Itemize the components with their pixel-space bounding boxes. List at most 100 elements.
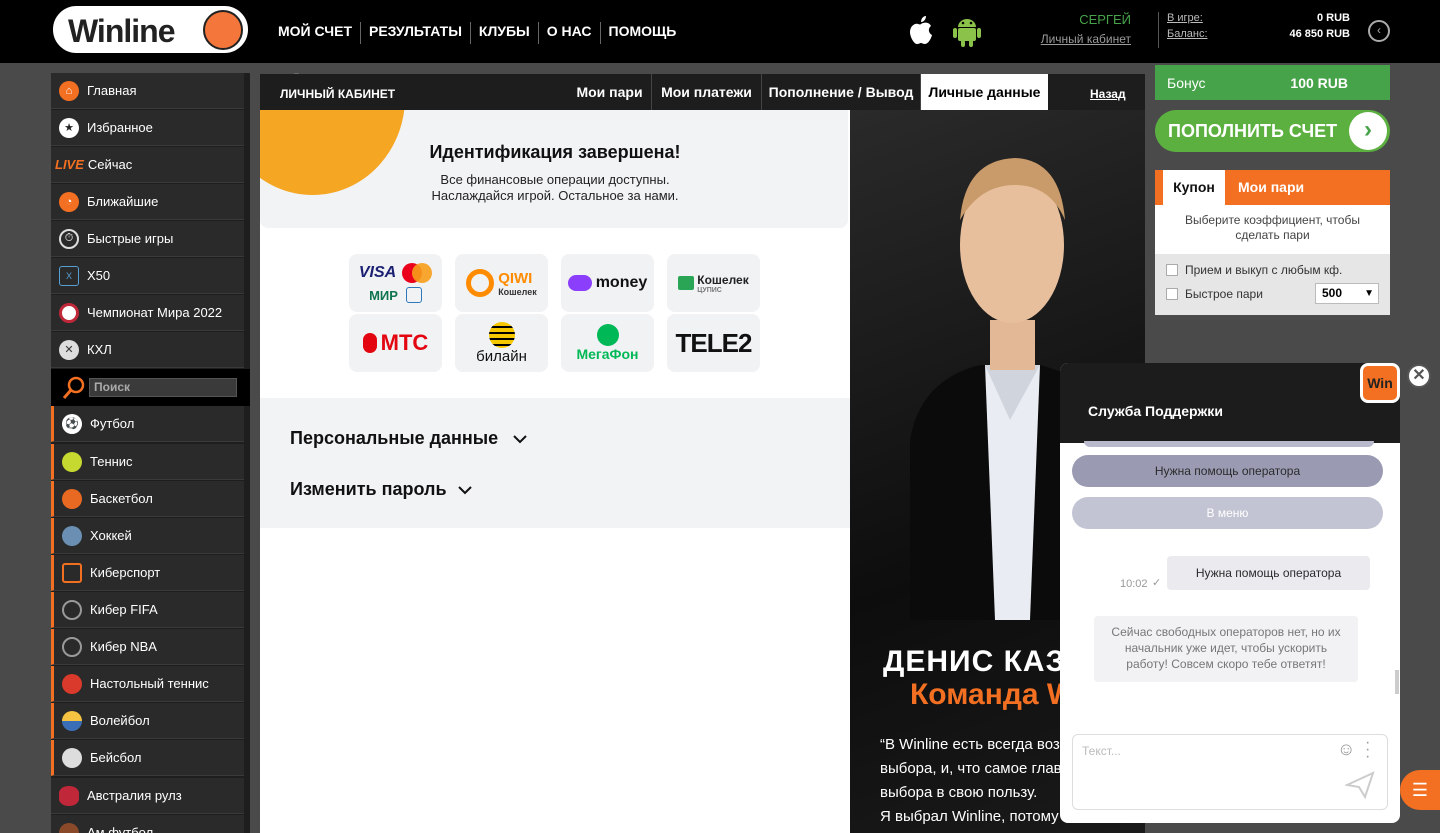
hockey-icon (62, 525, 82, 546)
deposit-label: ПОПОЛНИТЬ СЧЕТ (1168, 121, 1338, 141)
sidebar-sport-cyber-nba[interactable]: Кибер NBA (51, 629, 244, 665)
basketball-icon (62, 488, 82, 509)
beeline-icon (488, 321, 515, 348)
sidebar-sport-cyber-fifa[interactable]: Кибер FIFA (51, 592, 244, 628)
emoji-icon[interactable]: ☺ (1337, 739, 1355, 760)
sidebar-item-label: Баскетбол (90, 491, 153, 506)
sidebar-sport-football[interactable]: ⚽ Футбол (51, 406, 244, 442)
bonus-bar: Бонус 100 RUB (1155, 65, 1390, 100)
balance-label[interactable]: Баланс: (1167, 28, 1208, 40)
apple-icon[interactable] (906, 14, 936, 48)
aussie-rules-icon (59, 785, 79, 806)
chat-input-box[interactable]: Текст... ☺ · · · (1072, 734, 1388, 810)
american-football-icon (59, 822, 79, 833)
sidebar-search: Поиск (51, 369, 250, 406)
sidebar-item-label: Сейчас (87, 157, 133, 172)
logout-icon[interactable]: ‹ (1368, 20, 1390, 42)
nav-my-account[interactable]: МОЙ СЧЕТ (278, 22, 360, 44)
identification-banner (260, 110, 848, 228)
change-password-toggle[interactable]: Изменить пароль (290, 479, 472, 500)
coupon-tab[interactable]: Купон (1163, 170, 1225, 205)
more-options-icon[interactable]: · · · (1365, 735, 1370, 765)
megafon-icon (596, 324, 619, 346)
balance-value: 46 850 RUB (1289, 28, 1350, 40)
promo-quote-line: выбора, и, что самое главно (880, 760, 1079, 777)
mir-logo: МИР (369, 287, 398, 303)
clock-icon: ◔ (59, 191, 79, 212)
operator-help-button[interactable]: Нужна помощь оператора (1072, 455, 1383, 487)
sidebar-item-live[interactable]: LIVE Сейчас (51, 147, 244, 183)
tab-deposit-withdraw[interactable]: Пополнение / Вывод (761, 74, 920, 110)
nav-about[interactable]: О НАС (537, 22, 600, 44)
close-chat-icon[interactable]: ✕ (1407, 364, 1431, 388)
tab-personal-data[interactable]: Личные данные (920, 74, 1048, 110)
sidebar-sport-volleyball[interactable]: Волейбол (51, 703, 244, 739)
promo-quote-line: “В Winline есть всегда возм (880, 736, 1071, 753)
my-bets-tab[interactable]: Мои пари (1238, 170, 1304, 205)
sidebar-item-worldcup[interactable]: Чемпионат Мира 2022 (51, 295, 244, 331)
sidebar-item-fast-games[interactable]: ⏱ Быстрые игры (51, 221, 244, 257)
fast-bet-amount-select[interactable]: 500 ▼ (1315, 283, 1379, 304)
sidebar-item-label: КХЛ (87, 342, 112, 357)
tab-my-payments[interactable]: Мои платежи (651, 74, 761, 110)
sidebar-sport-aussie-rules[interactable]: Австралия рулз (51, 778, 244, 814)
ident-text-1: Все финансовые операции доступны. (440, 172, 670, 187)
sidebar-sport-table-tennis[interactable]: Настольный теннис (51, 666, 244, 702)
sidebar-sport-american-football[interactable]: Ам.футбол (51, 815, 244, 833)
nav-help[interactable]: ПОМОЩЬ (599, 22, 685, 44)
sidebar-item-x50[interactable]: X X50 (51, 258, 244, 294)
sidebar-sport-esports[interactable]: Киберспорт (51, 555, 244, 591)
chat-input[interactable]: Текст... (1082, 744, 1121, 758)
baseball-icon (62, 747, 82, 768)
sidebar-sport-hockey[interactable]: Хоккей (51, 518, 244, 554)
sidebar-item-label: Чемпионат Мира 2022 (87, 305, 223, 320)
payment-beeline: билайн (455, 314, 548, 372)
cabinet-link[interactable]: Личный кабинет (1000, 32, 1131, 46)
chevron-down-icon (513, 435, 527, 444)
back-to-menu-button[interactable]: В меню (1072, 497, 1383, 529)
main-nav: МОЙ СЧЕТ РЕЗУЛЬТАТЫ КЛУБЫ О НАС ПОМОЩЬ (278, 22, 684, 44)
cyber-nba-icon (62, 636, 82, 657)
accordion (260, 398, 850, 528)
android-icon[interactable] (952, 14, 982, 48)
cabinet-title: ЛИЧНЫЙ КАБИНЕТ (280, 87, 396, 101)
promo-quote-line: Я выбрал Winline, потому что (880, 808, 1086, 825)
sidebar-item-label: Волейбол (90, 713, 150, 728)
deposit-button[interactable]: ПОПОЛНИТЬ СЧЕТ › (1155, 110, 1390, 152)
winline-logo[interactable]: Winline (53, 6, 248, 53)
sidebar-sport-tennis[interactable]: Теннис (51, 444, 244, 480)
fast-bet-checkbox[interactable] (1166, 288, 1178, 300)
sidebar-item-label: Кибер NBA (90, 639, 157, 654)
sidebar-item-khl[interactable]: ✕ КХЛ (51, 332, 244, 368)
in-game-label[interactable]: В игре: (1167, 12, 1203, 24)
back-link[interactable]: Назад (1090, 87, 1126, 101)
mts-egg-icon (362, 333, 377, 353)
sidebar-item-home[interactable]: ⌂ Главная (51, 73, 244, 109)
chat-launcher-icon[interactable]: ☰ (1400, 770, 1440, 810)
search-icon (62, 376, 85, 399)
tab-my-bets[interactable]: Мои пари (568, 74, 651, 110)
personal-data-toggle[interactable]: Персональные данные (290, 428, 527, 449)
bonus-label: Бонус (1167, 75, 1206, 91)
cyber-fifa-icon (62, 599, 82, 620)
user-name[interactable]: СЕРГЕЙ (1000, 12, 1131, 27)
accept-any-checkbox[interactable] (1166, 264, 1178, 276)
sidebar-sport-basketball[interactable]: Баскетбол (51, 481, 244, 517)
chat-badge: Win (1360, 363, 1400, 403)
payment-qiwi: QIWI Кошелек (455, 254, 548, 312)
sidebar-item-label: Киберспорт (90, 565, 161, 580)
nav-results[interactable]: РЕЗУЛЬТАТЫ (360, 22, 470, 44)
search-input[interactable]: Поиск (89, 378, 237, 397)
sidebar-sport-baseball[interactable]: Бейсбол (51, 740, 244, 776)
nav-clubs[interactable]: КЛУБЫ (469, 22, 538, 44)
qiwi-sub: Кошелек (498, 286, 537, 297)
send-icon[interactable] (1345, 771, 1375, 799)
coupon-hint: Выберите коэффициент, чтобы сделать пари (1185, 213, 1360, 242)
user-message: Нужна помощь оператора (1167, 556, 1370, 590)
sidebar-item-favorites[interactable]: ★ Избранное (51, 110, 244, 146)
fast-bet-label: Быстрое пари (1185, 287, 1263, 301)
sidebar-item-label: Быстрые игры (87, 231, 174, 246)
chat-scrollbar[interactable] (1395, 670, 1399, 694)
sidebar-item-upcoming[interactable]: ◔ Ближайшие (51, 184, 244, 220)
promo-quote-line: выбора в свою пользу. (880, 784, 1038, 801)
